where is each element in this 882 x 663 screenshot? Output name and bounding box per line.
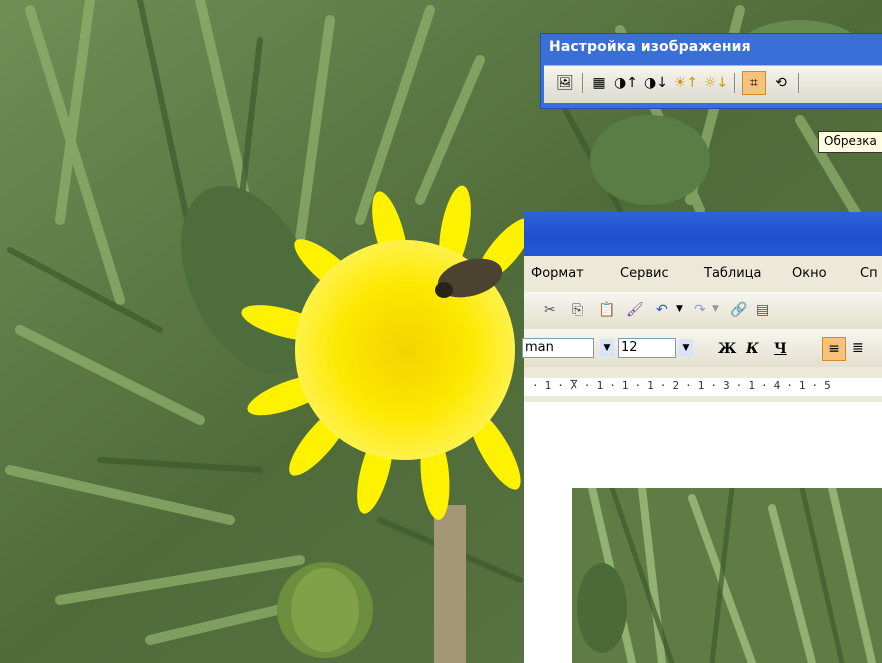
font-name-dropdown-icon[interactable]: ▼ <box>600 339 614 357</box>
font-name-combo[interactable]: man <box>522 338 594 358</box>
formatting-toolbar: man ▼ 12 ▼ Ж К Ч ≡ ≣ <box>522 329 882 367</box>
undo-dropdown-icon[interactable]: ▼ <box>676 305 683 314</box>
picture-toolbar: Настройка изображения 🖼 ▦ ◑↑ ◑↓ ☀↑ ☼↓ ⌗ … <box>540 33 882 109</box>
ruler-ticks: · 1 · Ⴟ · 1 · 1 · 1 · 2 · 1 · 3 · 1 · 4 … <box>532 379 831 392</box>
picture-toolbar-title: Настройка изображения <box>549 39 751 55</box>
insert-picture-icon[interactable]: 🖼 <box>554 72 576 94</box>
menu-window[interactable]: Окно <box>792 266 827 281</box>
window-title-bar <box>524 212 882 256</box>
align-center-icon[interactable]: ≣ <box>852 341 864 355</box>
format-painter-icon[interactable]: 🖌 <box>626 303 644 317</box>
menu-service[interactable]: Сервис <box>620 266 669 281</box>
less-brightness-icon[interactable]: ☼↓ <box>702 72 730 94</box>
menu-bar: Формат Сервис Таблица Окно Сп <box>524 256 882 292</box>
more-brightness-icon[interactable]: ☀↑ <box>672 72 700 94</box>
picture-toolbar-buttons: 🖼 ▦ ◑↑ ◑↓ ☀↑ ☼↓ ⌗ ⟲ <box>544 65 882 103</box>
font-size-combo[interactable]: 12 <box>618 338 676 358</box>
color-icon[interactable]: ▦ <box>588 72 610 94</box>
font-size-dropdown-icon[interactable]: ▼ <box>679 339 693 357</box>
undo-icon[interactable]: ↶ <box>656 303 668 317</box>
align-left-button[interactable]: ≡ <box>822 337 846 361</box>
standard-toolbar: ✂ ⎘ 📋 🖌 ↶ ▼ ↷ ▼ 🔗 ▤ <box>524 292 882 329</box>
word-window: Формат Сервис Таблица Окно Сп ✂ ⎘ 📋 🖌 ↶ … <box>522 212 882 663</box>
more-contrast-icon[interactable]: ◑↑ <box>612 72 640 94</box>
hyperlink-icon[interactable]: 🔗 <box>730 303 747 317</box>
italic-button[interactable]: К <box>746 341 759 357</box>
less-contrast-icon[interactable]: ◑↓ <box>642 72 670 94</box>
tables-icon[interactable]: ▤ <box>756 303 769 317</box>
redo-icon[interactable]: ↷ <box>694 303 706 317</box>
document-image[interactable] <box>572 488 882 663</box>
crop-icon[interactable]: ⌗ <box>742 71 766 95</box>
menu-help[interactable]: Сп <box>860 266 878 281</box>
document-page <box>524 402 882 663</box>
bold-button[interactable]: Ж <box>718 341 736 357</box>
menu-format[interactable]: Формат <box>531 266 584 281</box>
copy-icon[interactable]: ⎘ <box>572 303 583 317</box>
ruler: · 1 · Ⴟ · 1 · 1 · 1 · 2 · 1 · 3 · 1 · 4 … <box>524 367 882 402</box>
paste-icon[interactable]: 📋 <box>598 303 615 317</box>
cut-icon[interactable]: ✂ <box>544 303 556 317</box>
menu-table[interactable]: Таблица <box>704 266 762 281</box>
redo-dropdown-icon[interactable]: ▼ <box>712 305 719 314</box>
underline-button[interactable]: Ч <box>774 341 787 357</box>
rotate-icon[interactable]: ⟲ <box>770 72 792 94</box>
crop-tooltip: Обрезка <box>818 131 882 153</box>
